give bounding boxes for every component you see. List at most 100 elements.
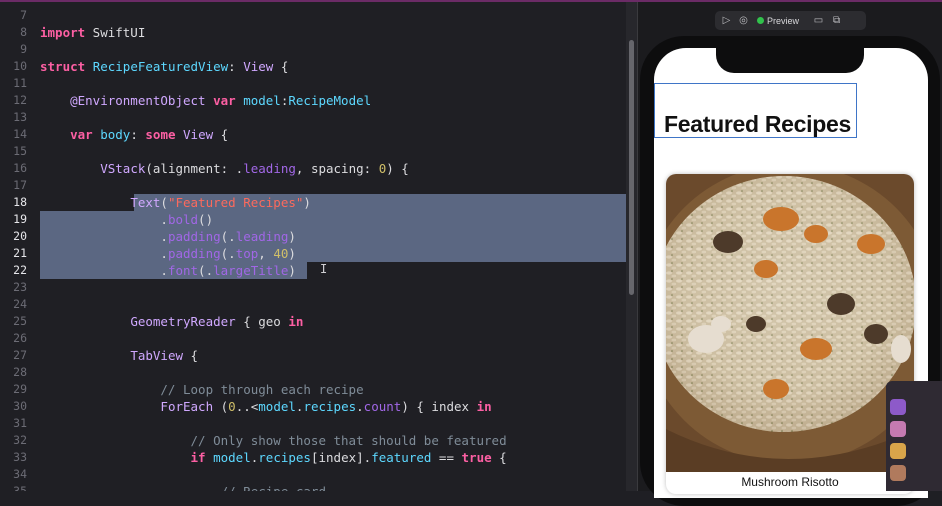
code-token: recipes <box>258 450 311 465</box>
code-line[interactable]: 32 // Only show those that should be fea… <box>0 432 626 449</box>
code-editor[interactable]: 7 8 import SwiftUI 9 10 struct RecipeFeatured… <box>0 2 626 491</box>
code-token: { <box>273 59 289 74</box>
code-text: Text("Featured Recipes") <box>40 194 311 211</box>
editor-scrollbar[interactable] <box>626 2 637 491</box>
code-line[interactable]: 29 // Loop through each recipe <box>0 381 626 398</box>
code-token: ..< <box>235 399 259 414</box>
line-number: 8 <box>20 25 27 39</box>
code-line[interactable]: 20 .padding(.leading) <box>0 228 626 245</box>
code-line[interactable]: 21 .padding(.top, 40) <box>0 245 626 262</box>
dock-app-icon[interactable] <box>890 399 906 415</box>
line-number: 27 <box>13 348 27 362</box>
dock-app-icon[interactable] <box>890 443 906 459</box>
code-line[interactable]: 26 <box>0 330 626 347</box>
code-line[interactable]: 11 <box>0 75 626 92</box>
code-line[interactable]: 34 <box>0 466 626 483</box>
code-token: if <box>190 450 206 465</box>
code-line[interactable]: 16 VStack(alignment: .leading, spacing: … <box>0 160 626 177</box>
line-number: 34 <box>13 467 27 481</box>
code-token: , <box>258 246 274 261</box>
code-line[interactable]: 10 struct RecipeFeaturedView: View { <box>0 58 626 75</box>
recipe-card[interactable]: Mushroom Risotto <box>666 174 914 494</box>
code-token: : <box>130 127 146 142</box>
code-token: == <box>431 450 462 465</box>
line-number: 33 <box>13 450 27 464</box>
code-token: . <box>40 212 168 227</box>
code-line[interactable]: 31 <box>0 415 626 432</box>
code-token: (alignment: . <box>145 161 244 176</box>
line-number: 32 <box>13 433 27 447</box>
code-text: import SwiftUI <box>40 24 145 41</box>
code-line[interactable]: 13 <box>0 109 626 126</box>
code-line[interactable]: 18 Text("Featured Recipes") <box>0 194 626 211</box>
code-line[interactable]: 8 import SwiftUI <box>0 24 626 41</box>
code-line[interactable]: 35 // Recipe card <box>0 483 626 491</box>
code-token: ) <box>288 263 296 278</box>
line-number: 7 <box>20 8 27 22</box>
code-line[interactable]: 14 var body: some View { <box>0 126 626 143</box>
code-line[interactable]: 12 @EnvironmentObject var model:RecipeMo… <box>0 92 626 109</box>
code-token: count <box>363 399 402 414</box>
code-line[interactable]: 24 <box>0 296 626 313</box>
device-settings-icon[interactable]: ◎ <box>738 15 749 26</box>
code-token: // Loop through each recipe <box>40 382 364 397</box>
code-line[interactable]: 23 <box>0 279 626 296</box>
app-dock-overlay <box>886 381 942 491</box>
code-text: struct RecipeFeaturedView: View { <box>40 58 288 75</box>
dock-app-icon[interactable] <box>890 421 906 437</box>
live-status-dot <box>757 17 764 24</box>
code-token: ( <box>160 195 168 210</box>
preview-label[interactable]: Preview <box>767 16 799 26</box>
code-token: "Featured Recipes" <box>167 195 304 210</box>
code-text: VStack(alignment: .leading, spacing: 0) … <box>40 160 409 177</box>
code-line[interactable]: 15 <box>0 143 626 160</box>
code-token: ForEach <box>160 399 214 414</box>
code-line[interactable]: 19 .bold() <box>0 211 626 228</box>
monitor-icon[interactable]: ▭ <box>813 15 824 26</box>
code-token: padding <box>167 246 221 261</box>
code-line[interactable]: 28 <box>0 364 626 381</box>
code-line[interactable]: 22 .font(.largeTitle) <box>0 262 626 279</box>
line-number: 26 <box>13 331 27 345</box>
line-number: 23 <box>13 280 27 294</box>
code-token: SwiftUI <box>85 25 146 40</box>
preview-toolbar: ▷ ◎ Preview ▭ ⧉ <box>715 11 866 30</box>
code-line[interactable]: 33 if model.recipes[index].featured == t… <box>0 449 626 466</box>
code-line[interactable]: 30 ForEach (0..<model.recipes.count) { i… <box>0 398 626 415</box>
code-line[interactable]: 27 TabView { <box>0 347 626 364</box>
code-token: TabView <box>130 348 183 363</box>
code-line[interactable]: 25 GeometryReader { geo in <box>0 313 626 330</box>
line-number: 13 <box>13 110 27 124</box>
code-text: // Recipe card <box>40 483 326 491</box>
line-number: 11 <box>13 76 27 90</box>
code-token: (. <box>198 263 214 278</box>
code-token: ( <box>213 399 229 414</box>
code-text: .font(.largeTitle) <box>40 262 296 279</box>
code-text: .bold() <box>40 211 213 228</box>
line-number: 29 <box>13 382 27 396</box>
play-circle-icon[interactable]: ▷ <box>721 15 732 26</box>
code-line[interactable]: 7 <box>0 7 626 24</box>
code-line[interactable]: 17 <box>0 177 626 194</box>
device-notch <box>716 46 864 73</box>
code-token: . <box>40 246 168 261</box>
dock-app-icon[interactable] <box>890 465 906 481</box>
line-number: 31 <box>13 416 27 430</box>
code-token: leading <box>235 229 289 244</box>
code-token: RecipeModel <box>288 93 372 108</box>
code-text: // Loop through each recipe <box>40 381 364 398</box>
line-number: 25 <box>13 314 27 328</box>
code-line[interactable]: 9 <box>0 41 626 58</box>
scrollbar-thumb[interactable] <box>629 40 634 295</box>
code-token: // Recipe card <box>40 484 326 491</box>
code-text: .padding(.top, 40) <box>40 245 296 262</box>
code-token: Text <box>130 195 161 210</box>
line-number: 10 <box>13 59 27 73</box>
duplicate-icon[interactable]: ⧉ <box>831 15 842 26</box>
code-token: () <box>198 212 214 227</box>
code-token: : <box>228 59 244 74</box>
